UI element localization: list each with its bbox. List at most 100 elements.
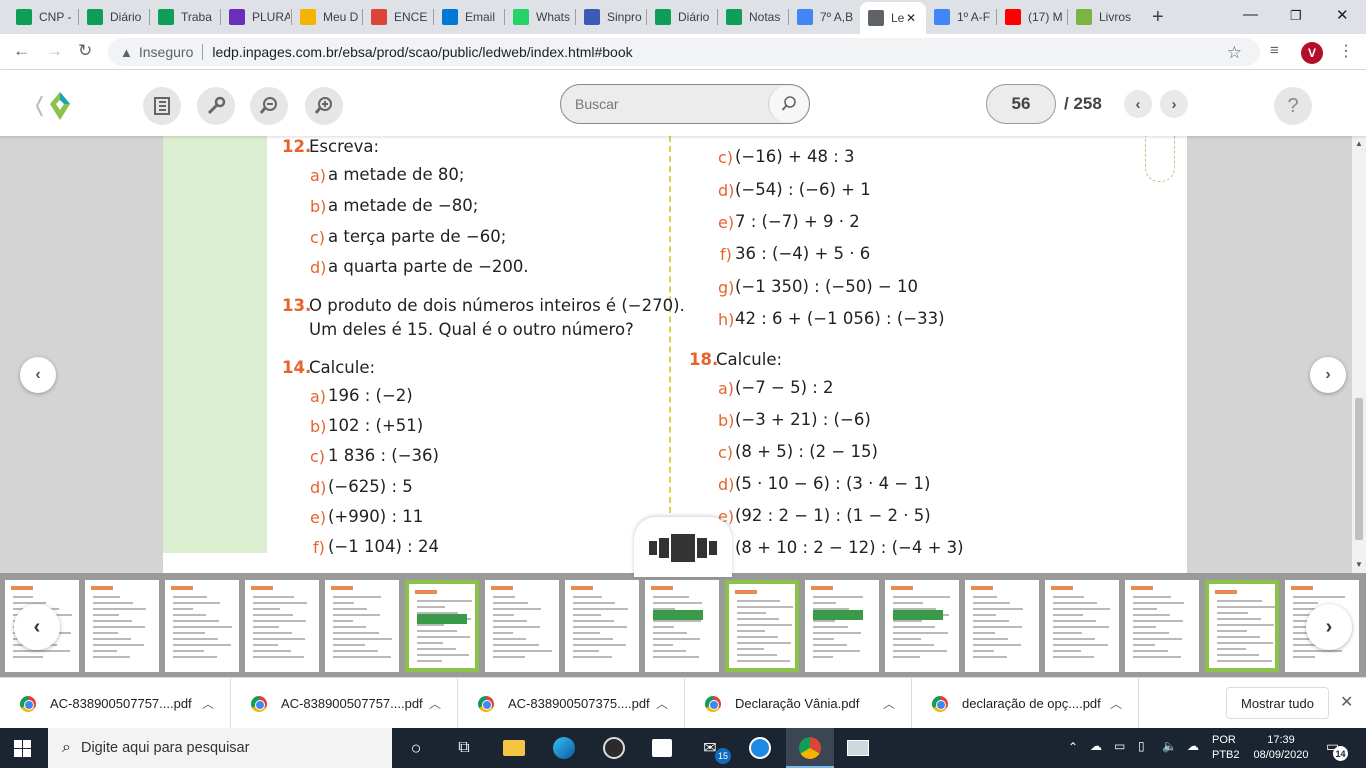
browser-tab[interactable]: Livros bbox=[1068, 4, 1137, 30]
close-downloads-icon[interactable]: ✕ bbox=[1340, 692, 1353, 712]
close-tab-icon[interactable]: ✕ bbox=[906, 11, 916, 25]
chrome-taskbar-item[interactable] bbox=[786, 728, 834, 768]
thumbnails-prev-button[interactable]: ‹ bbox=[14, 604, 60, 650]
safari-like-icon[interactable] bbox=[748, 736, 772, 760]
browser-tab[interactable]: Notas bbox=[718, 4, 787, 30]
browser-tab[interactable]: Traba bbox=[150, 4, 219, 30]
browser-tab[interactable]: (17) M bbox=[997, 4, 1066, 30]
next-page-button[interactable]: › bbox=[1310, 357, 1346, 393]
browser-tab[interactable]: 7º A,B bbox=[789, 4, 858, 30]
zoom-out-icon[interactable] bbox=[250, 87, 288, 125]
page-number-input[interactable]: 56 bbox=[986, 84, 1056, 124]
library-icon[interactable] bbox=[143, 87, 181, 125]
onedrive-icon[interactable]: ☁ bbox=[1187, 739, 1199, 753]
task-view-icon[interactable]: ⧉ bbox=[452, 736, 476, 760]
obs-icon[interactable] bbox=[602, 736, 626, 760]
page-thumbnail[interactable] bbox=[645, 580, 719, 672]
browser-tab[interactable]: CNP - bbox=[8, 4, 77, 30]
zoom-in-icon[interactable] bbox=[305, 87, 343, 125]
browser-tab[interactable]: Sinpro bbox=[576, 4, 645, 30]
page-thumbnail[interactable] bbox=[1125, 580, 1199, 672]
language-indicator[interactable]: POR PTB2 bbox=[1212, 733, 1240, 763]
reading-list-icon[interactable]: ≡ bbox=[1270, 42, 1279, 59]
download-item[interactable]: declaração de opç....pdf ︿ bbox=[912, 678, 1139, 729]
address-bar[interactable]: ▲ Inseguro ledp.inpages.com.br/ebsa/prod… bbox=[108, 38, 1260, 66]
page-thumbnail[interactable] bbox=[85, 580, 159, 672]
page-thumbnail[interactable] bbox=[405, 580, 479, 672]
wrench-icon[interactable] bbox=[197, 87, 235, 125]
app-logo-icon[interactable] bbox=[34, 90, 76, 122]
taskbar-search-input[interactable]: ⌕ Digite aqui para pesquisar bbox=[48, 728, 392, 768]
thumbnail-toggle-button[interactable] bbox=[634, 517, 732, 577]
browser-tab[interactable]: ENCE bbox=[363, 4, 432, 30]
chevron-up-icon[interactable]: ︿ bbox=[429, 695, 441, 712]
page-thumbnail[interactable] bbox=[325, 580, 399, 672]
windows-start-icon[interactable] bbox=[14, 740, 31, 757]
scroll-up-icon[interactable]: ▲ bbox=[1355, 139, 1363, 148]
page-thumbnail[interactable] bbox=[245, 580, 319, 672]
page-thumbnail[interactable] bbox=[725, 580, 799, 672]
page-thumbnail[interactable] bbox=[1045, 580, 1119, 672]
page-thumbnail[interactable] bbox=[565, 580, 639, 672]
bookmark-star-icon[interactable]: ☆ bbox=[1227, 43, 1242, 63]
browser-tab[interactable]: Meu D bbox=[292, 4, 361, 30]
next-page-chevron-icon[interactable]: › bbox=[1160, 90, 1188, 118]
help-button[interactable]: ? bbox=[1274, 87, 1312, 125]
tray-expand-icon[interactable]: ⌃ bbox=[1068, 740, 1078, 754]
download-item[interactable]: AC-838900507757....pdf ︿ bbox=[0, 678, 231, 729]
download-item[interactable]: AC-838900507757....pdf ︿ bbox=[231, 678, 458, 729]
battery-icon[interactable]: ▯ bbox=[1138, 739, 1145, 753]
back-button[interactable]: ← bbox=[13, 41, 30, 61]
page-thumbnail[interactable] bbox=[485, 580, 559, 672]
browser-tab[interactable]: Whats bbox=[505, 4, 574, 30]
maximize-button[interactable]: ❐ bbox=[1290, 8, 1302, 24]
menu-kebab-icon[interactable]: ⋮ bbox=[1338, 41, 1354, 61]
chevron-up-icon[interactable]: ︿ bbox=[656, 695, 668, 712]
bookmark-tab[interactable] bbox=[1145, 136, 1175, 182]
browser-tab[interactable]: Diário bbox=[647, 4, 716, 30]
new-tab-button[interactable]: + bbox=[1152, 6, 1164, 29]
page-thumbnail[interactable] bbox=[885, 580, 959, 672]
item-text: a quarta parte de −200. bbox=[328, 257, 529, 276]
volume-icon[interactable]: 🔈 bbox=[1162, 739, 1177, 753]
browser-tab[interactable]: 1º A-F bbox=[926, 4, 995, 30]
file-explorer-icon[interactable] bbox=[502, 736, 526, 760]
tab-title: CNP - bbox=[39, 10, 72, 24]
show-all-downloads-button[interactable]: Mostrar tudo bbox=[1226, 687, 1329, 719]
browser-tab[interactable]: Le ✕ bbox=[860, 2, 926, 34]
download-item[interactable]: Declaração Vânia.pdf ︿ bbox=[685, 678, 912, 729]
item-letter: g) bbox=[718, 278, 735, 297]
minimize-button[interactable]: — bbox=[1243, 6, 1258, 23]
cortana-icon[interactable]: ○ bbox=[404, 736, 428, 760]
vertical-scrollbar[interactable]: ▲ ▼ bbox=[1352, 136, 1366, 573]
prev-page-chevron-icon[interactable]: ‹ bbox=[1124, 90, 1152, 118]
thumbnail-line bbox=[1053, 632, 1082, 634]
browser-tab[interactable]: Diário bbox=[79, 4, 148, 30]
scrollbar-thumb[interactable] bbox=[1355, 398, 1363, 540]
download-item[interactable]: AC-838900507375....pdf ︿ bbox=[458, 678, 685, 729]
prev-page-button[interactable]: ‹ bbox=[20, 357, 56, 393]
forward-button[interactable]: → bbox=[46, 41, 63, 61]
chevron-up-icon[interactable]: ︿ bbox=[1110, 695, 1122, 712]
chevron-up-icon[interactable]: ︿ bbox=[883, 695, 895, 712]
search-input[interactable]: Buscar bbox=[560, 84, 810, 124]
profile-avatar[interactable]: V bbox=[1301, 42, 1323, 64]
edge-icon[interactable] bbox=[552, 736, 576, 760]
weather-icon[interactable]: ☁ bbox=[1090, 739, 1102, 753]
thumbnails-next-button[interactable]: › bbox=[1306, 604, 1352, 650]
clock[interactable]: 17:39 08/09/2020 bbox=[1252, 733, 1310, 763]
browser-tab[interactable]: Email bbox=[434, 4, 503, 30]
photos-icon[interactable] bbox=[846, 736, 870, 760]
page-thumbnail[interactable] bbox=[805, 580, 879, 672]
close-window-button[interactable]: ✕ bbox=[1336, 6, 1349, 24]
chevron-up-icon[interactable]: ︿ bbox=[202, 695, 214, 712]
page-thumbnail[interactable] bbox=[965, 580, 1039, 672]
browser-tab[interactable]: PLURA bbox=[221, 4, 290, 30]
search-icon[interactable] bbox=[768, 86, 808, 122]
store-icon[interactable] bbox=[650, 736, 674, 760]
reload-button[interactable]: ↻ bbox=[78, 41, 92, 61]
page-thumbnail[interactable] bbox=[1205, 580, 1279, 672]
page-thumbnail[interactable] bbox=[165, 580, 239, 672]
network-icon[interactable]: ▭ bbox=[1114, 739, 1125, 753]
scroll-down-icon[interactable]: ▼ bbox=[1355, 560, 1363, 569]
